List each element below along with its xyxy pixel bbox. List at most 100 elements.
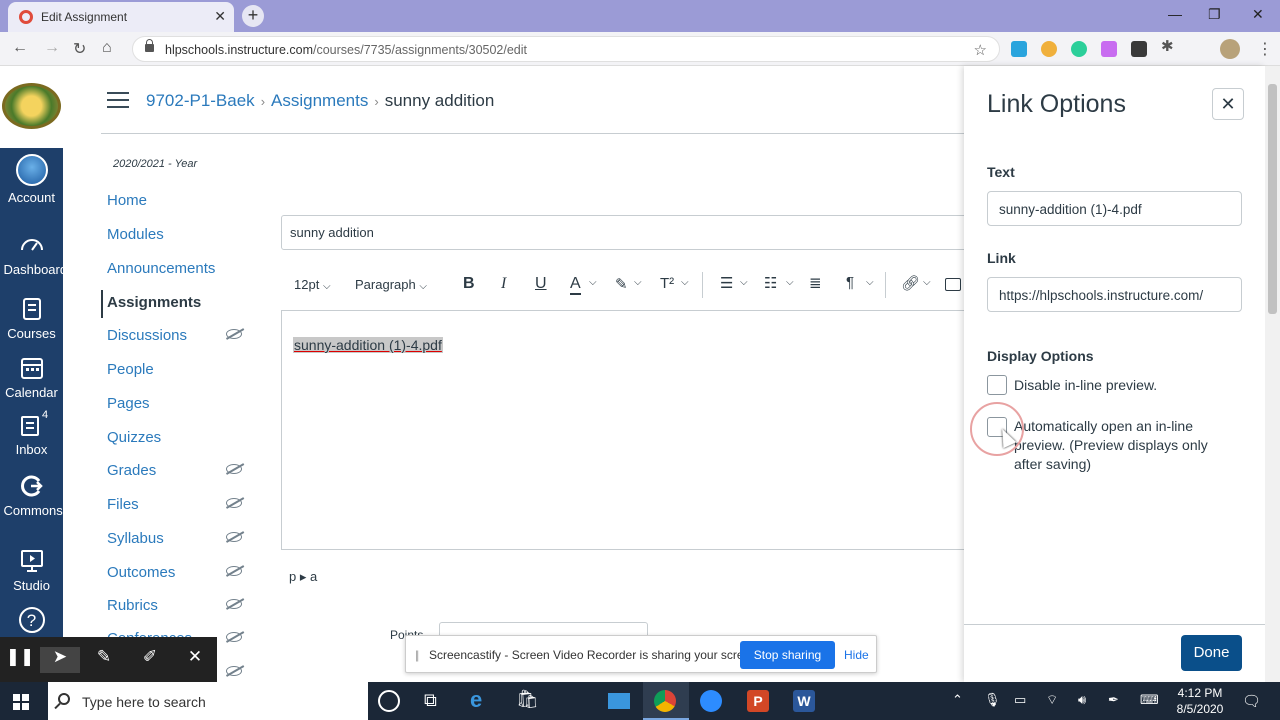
extension-icon[interactable]	[1011, 41, 1027, 57]
volume-icon[interactable]: 🔊︎	[1078, 692, 1086, 708]
store-icon[interactable]: 🛍︎	[516, 689, 542, 715]
done-button[interactable]: Done	[1181, 635, 1242, 671]
italic-icon[interactable]: I	[501, 275, 506, 293]
puzzle-icon[interactable]: ✱	[1161, 37, 1177, 55]
pause-icon[interactable]: ❚❚	[0, 647, 40, 673]
assignment-title-input[interactable]: sunny addition	[281, 215, 981, 250]
global-nav-calendar[interactable]: Calendar	[0, 355, 63, 400]
wifi-icon[interactable]: ⌔	[1046, 692, 1058, 708]
course-nav-people[interactable]: People	[107, 361, 154, 378]
extension-icon[interactable]	[1041, 41, 1057, 57]
school-logo[interactable]	[0, 66, 63, 148]
global-nav-courses[interactable]: Courses	[0, 296, 63, 341]
chevron-down-icon[interactable]: ⌵	[923, 277, 931, 288]
tab-close-icon[interactable]: ✕	[214, 8, 226, 25]
page-scrollbar[interactable]	[1265, 66, 1280, 682]
bullet-list-icon[interactable]: ☷	[764, 274, 777, 292]
highlight-icon[interactable]: ✎	[615, 275, 628, 293]
link-text-input[interactable]: sunny-addition (1)-4.pdf	[987, 191, 1242, 226]
cursor-tool-icon[interactable]: ➤	[40, 647, 80, 673]
indent-icon[interactable]: ≣	[809, 274, 822, 292]
word-icon[interactable]: W	[793, 690, 815, 712]
course-nav-outcomes[interactable]: Outcomes	[107, 564, 175, 581]
pen-workspace-icon[interactable]: ✒	[1108, 692, 1119, 708]
editor-file-link[interactable]: sunny-addition (1)-4.pdf	[293, 337, 443, 353]
chevron-down-icon[interactable]: ⌵	[681, 277, 689, 288]
extension-icon[interactable]	[1131, 41, 1147, 57]
profile-avatar[interactable]	[1220, 39, 1240, 59]
hide-button[interactable]: Hide	[844, 648, 869, 662]
chevron-down-icon[interactable]: ⌵	[740, 277, 748, 288]
image-icon[interactable]	[945, 278, 961, 291]
bold-icon[interactable]: B	[463, 275, 475, 293]
notifications-icon[interactable]: 🗨︎	[1242, 692, 1261, 710]
forward-icon[interactable]: →	[44, 39, 60, 57]
taskbar-search[interactable]: Type here to search	[48, 682, 368, 720]
course-nav-quizzes[interactable]: Quizzes	[107, 429, 161, 446]
course-nav-home[interactable]: Home	[107, 192, 147, 209]
link-url-input[interactable]: https://hlpschools.instructure.com/	[987, 277, 1242, 312]
course-nav-syllabus[interactable]: Syllabus	[107, 530, 164, 547]
font-size-dropdown[interactable]: 12pt ⌵	[294, 277, 331, 292]
text-direction-icon[interactable]: ¶	[846, 274, 854, 291]
course-nav-pages[interactable]: Pages	[107, 395, 150, 412]
course-nav-announcements[interactable]: Announcements	[107, 260, 215, 277]
global-nav-help[interactable]: ?	[0, 607, 63, 637]
extension-icon[interactable]	[1101, 41, 1117, 57]
superscript-icon[interactable]: T²	[660, 275, 674, 292]
bookmark-star-icon[interactable]: ☆	[974, 41, 987, 59]
chevron-down-icon[interactable]: ⌵	[634, 277, 642, 288]
disable-preview-checkbox[interactable]	[987, 375, 1007, 395]
browser-tab[interactable]: Edit Assignment ✕	[8, 2, 234, 32]
chevron-down-icon[interactable]: ⌵	[866, 277, 874, 288]
course-menu-toggle[interactable]	[107, 92, 129, 108]
course-nav-assignments[interactable]: Assignments	[107, 294, 201, 311]
course-nav-files[interactable]: Files	[107, 496, 139, 513]
maximize-icon[interactable]: ❐	[1208, 6, 1221, 23]
block-format-dropdown[interactable]: Paragraph ⌵	[355, 277, 427, 292]
mail-icon[interactable]	[608, 693, 630, 709]
extension-icon[interactable]	[1071, 41, 1087, 57]
scrollbar-thumb[interactable]	[1268, 84, 1277, 314]
cortana-icon[interactable]	[378, 690, 400, 712]
zoom-icon[interactable]	[700, 690, 722, 712]
highlighter-icon[interactable]: ✐	[130, 647, 170, 673]
menu-dots-icon[interactable]: ⋮	[1257, 39, 1273, 59]
chrome-icon[interactable]	[654, 690, 676, 712]
window-close-icon[interactable]: ✕	[1252, 6, 1264, 23]
chevron-down-icon[interactable]: ⌵	[786, 277, 794, 288]
powerpoint-icon[interactable]: P	[747, 690, 769, 712]
new-tab-button[interactable]: +	[242, 5, 264, 27]
breadcrumb-assignments[interactable]: Assignments	[271, 91, 368, 110]
text-color-icon[interactable]: A	[570, 275, 581, 295]
windows-start-icon[interactable]	[13, 694, 29, 710]
address-bar[interactable]: hlpschools.instructure.com/courses/7735/…	[132, 36, 1000, 62]
chevron-down-icon[interactable]: ⌵	[589, 277, 597, 288]
reload-icon[interactable]: ↻	[73, 39, 86, 59]
microphone-icon[interactable]: 🎙︎	[984, 692, 1001, 708]
drag-handle-icon[interactable]: ||	[415, 648, 419, 662]
disable-preview-label[interactable]: Disable in-line preview.	[1014, 376, 1229, 395]
show-hidden-icons-icon[interactable]: ⌃	[952, 692, 963, 708]
tray-close-button[interactable]: ✕	[1212, 88, 1244, 120]
keyboard-icon[interactable]: ⌨	[1140, 692, 1159, 708]
edge-icon[interactable]: e	[470, 687, 496, 713]
course-nav-modules[interactable]: Modules	[107, 226, 164, 243]
global-nav-studio[interactable]: Studio	[0, 548, 63, 593]
close-icon[interactable]: ✕	[175, 647, 215, 673]
course-nav-rubrics[interactable]: Rubrics	[107, 597, 158, 614]
pen-icon[interactable]: ✎	[84, 647, 124, 673]
global-nav-dashboard[interactable]: Dashboard	[0, 232, 67, 277]
task-view-icon[interactable]: ⧉	[424, 690, 450, 716]
breadcrumb-course[interactable]: 9702-P1-Baek	[146, 91, 255, 110]
back-icon[interactable]: ←	[12, 39, 28, 57]
global-nav-commons[interactable]: Commons	[0, 473, 63, 518]
stop-sharing-button[interactable]: Stop sharing	[740, 641, 835, 669]
course-nav-discussions[interactable]: Discussions	[107, 327, 187, 344]
link-icon[interactable]: 🔗︎	[901, 274, 920, 292]
battery-icon[interactable]: ▭	[1014, 692, 1026, 708]
home-icon[interactable]: ⌂	[102, 39, 112, 57]
global-nav-account[interactable]: Account	[0, 154, 63, 205]
course-nav-grades[interactable]: Grades	[107, 462, 156, 479]
system-clock[interactable]: 4:12 PM 8/5/2020	[1170, 685, 1230, 717]
